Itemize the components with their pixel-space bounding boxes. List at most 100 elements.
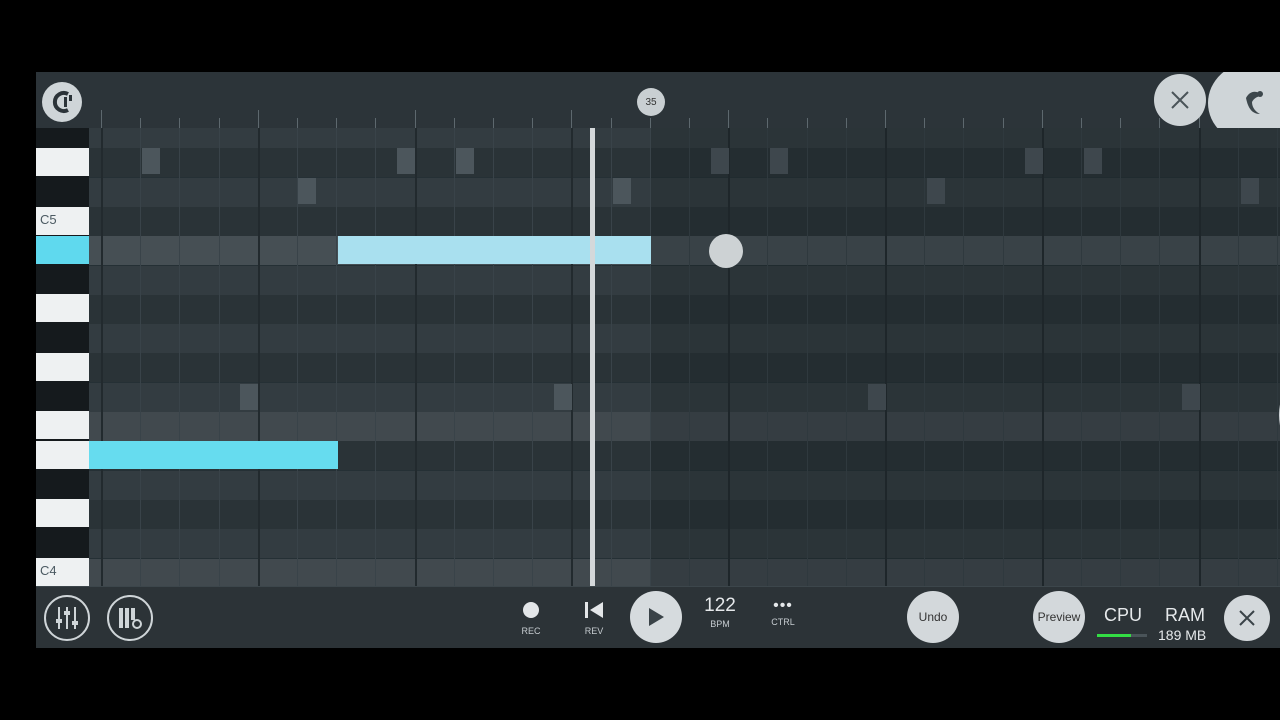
play-icon <box>649 608 664 626</box>
grid-line <box>414 128 417 586</box>
ruler-tick <box>845 118 847 128</box>
grid-line <box>218 128 220 586</box>
controller-label: CTRL <box>771 617 795 627</box>
piano-key[interactable] <box>36 499 89 527</box>
fl-logo-icon <box>52 91 72 113</box>
playhead[interactable] <box>590 128 595 586</box>
preview-label: Preview <box>1037 610 1081 624</box>
record-button[interactable]: REC <box>511 601 551 636</box>
grid-line <box>610 128 612 586</box>
ruler-tick <box>493 118 494 128</box>
ghost-note <box>613 178 631 204</box>
ruler-tick <box>767 118 769 128</box>
note-grid[interactable]: ‹ <box>89 128 1280 586</box>
ruler-tick <box>375 118 377 128</box>
cpu-meter-fill <box>1097 634 1131 637</box>
ghost-note <box>142 148 160 174</box>
rewind-label: REV <box>584 626 604 636</box>
piano-keyboard[interactable]: C5 C4 <box>36 128 89 586</box>
ghost-note <box>554 384 572 410</box>
bpm-value: 122 <box>704 595 736 616</box>
app-menu-button[interactable] <box>42 82 82 122</box>
cpu-meter <box>1097 634 1147 637</box>
controller-button[interactable]: ••• CTRL <box>763 597 803 627</box>
skip-back-icon <box>585 602 603 618</box>
ruler-tick <box>806 118 808 128</box>
ghost-note <box>298 178 316 204</box>
ruler-tick <box>218 118 220 128</box>
ghost-note <box>240 384 258 410</box>
preview-button[interactable]: Preview <box>1033 591 1085 643</box>
piano-key-active[interactable] <box>36 236 89 264</box>
ruler-tick <box>924 118 926 128</box>
grid-line <box>493 128 494 586</box>
ruler-tick <box>453 118 455 128</box>
ruler-tick <box>179 118 181 128</box>
ruler-tick <box>532 118 534 128</box>
marker-number: 35 <box>645 96 657 108</box>
piano-key[interactable] <box>36 441 89 469</box>
grid-line <box>336 128 338 586</box>
fruit-icon <box>1246 91 1263 114</box>
ruler-tick <box>963 118 965 128</box>
play-button[interactable] <box>630 591 682 643</box>
piano-key[interactable]: C5 <box>36 207 89 235</box>
timeline-ruler[interactable]: 35 <box>36 72 1280 144</box>
loop-region-shade <box>651 128 1280 586</box>
rewind-button[interactable]: REV <box>574 601 614 636</box>
close-icon <box>1239 610 1255 626</box>
grid-line <box>453 128 455 586</box>
ram-value: 189 MB <box>1158 627 1207 643</box>
piano-key[interactable] <box>36 411 89 439</box>
piano-key[interactable] <box>36 353 89 381</box>
ruler-tick <box>571 110 573 128</box>
ruler-tick <box>140 118 142 128</box>
ruler-tick <box>336 118 338 128</box>
ghost-note <box>456 148 474 174</box>
key-label-c4: C4 <box>40 563 57 578</box>
note[interactable] <box>89 441 338 469</box>
ruler-tick <box>689 118 690 128</box>
mixer-button[interactable] <box>44 595 90 641</box>
tempo-control[interactable]: 122 BPM <box>700 595 740 629</box>
record-icon <box>523 602 539 618</box>
piano-key[interactable] <box>36 294 89 322</box>
piano-roll-window: 35 C5 C4 REC REV 122 BPM ••• CTRL Undo P… <box>36 72 1280 648</box>
selected-note[interactable] <box>338 236 651 264</box>
ruler-tick <box>885 110 886 128</box>
bottom-toolbar: REC REV 122 BPM ••• CTRL Undo Preview CP… <box>36 586 1280 648</box>
ruler-tick <box>1120 118 1122 128</box>
note-resize-handle[interactable] <box>709 234 743 268</box>
ruler-tick <box>649 118 651 128</box>
playback-position-marker[interactable]: 35 <box>637 88 665 116</box>
close-button[interactable] <box>1224 595 1270 641</box>
grid-line <box>140 128 142 586</box>
ruler-tick <box>1002 118 1004 128</box>
ruler-tick <box>610 118 612 128</box>
close-piano-roll-button[interactable] <box>1154 74 1206 126</box>
ruler-tick <box>1041 110 1043 128</box>
grid-line <box>257 128 260 586</box>
piano-settings-button[interactable] <box>107 595 153 641</box>
grid-line <box>532 128 534 586</box>
record-label: REC <box>521 626 541 636</box>
ruler-tick <box>1081 118 1082 128</box>
key-label-c5: C5 <box>40 212 57 227</box>
ruler-tick <box>297 118 298 128</box>
close-icon <box>1171 91 1189 109</box>
piano-key[interactable]: C4 <box>36 558 89 586</box>
ram-label: RAM <box>1165 605 1205 625</box>
undo-label: Undo <box>918 610 948 624</box>
grid-line <box>571 128 574 586</box>
undo-button[interactable]: Undo <box>907 591 959 643</box>
piano-settings-icon <box>119 608 142 629</box>
ruler-tick <box>728 110 730 128</box>
grid-line <box>179 128 181 586</box>
ruler-tick <box>414 110 416 128</box>
grid-line <box>101 128 103 586</box>
ruler-tick <box>257 110 259 128</box>
more-dots-icon: ••• <box>773 597 793 614</box>
ruler-tick <box>101 110 102 128</box>
piano-key[interactable] <box>36 148 89 176</box>
ruler-tick <box>1159 118 1161 128</box>
